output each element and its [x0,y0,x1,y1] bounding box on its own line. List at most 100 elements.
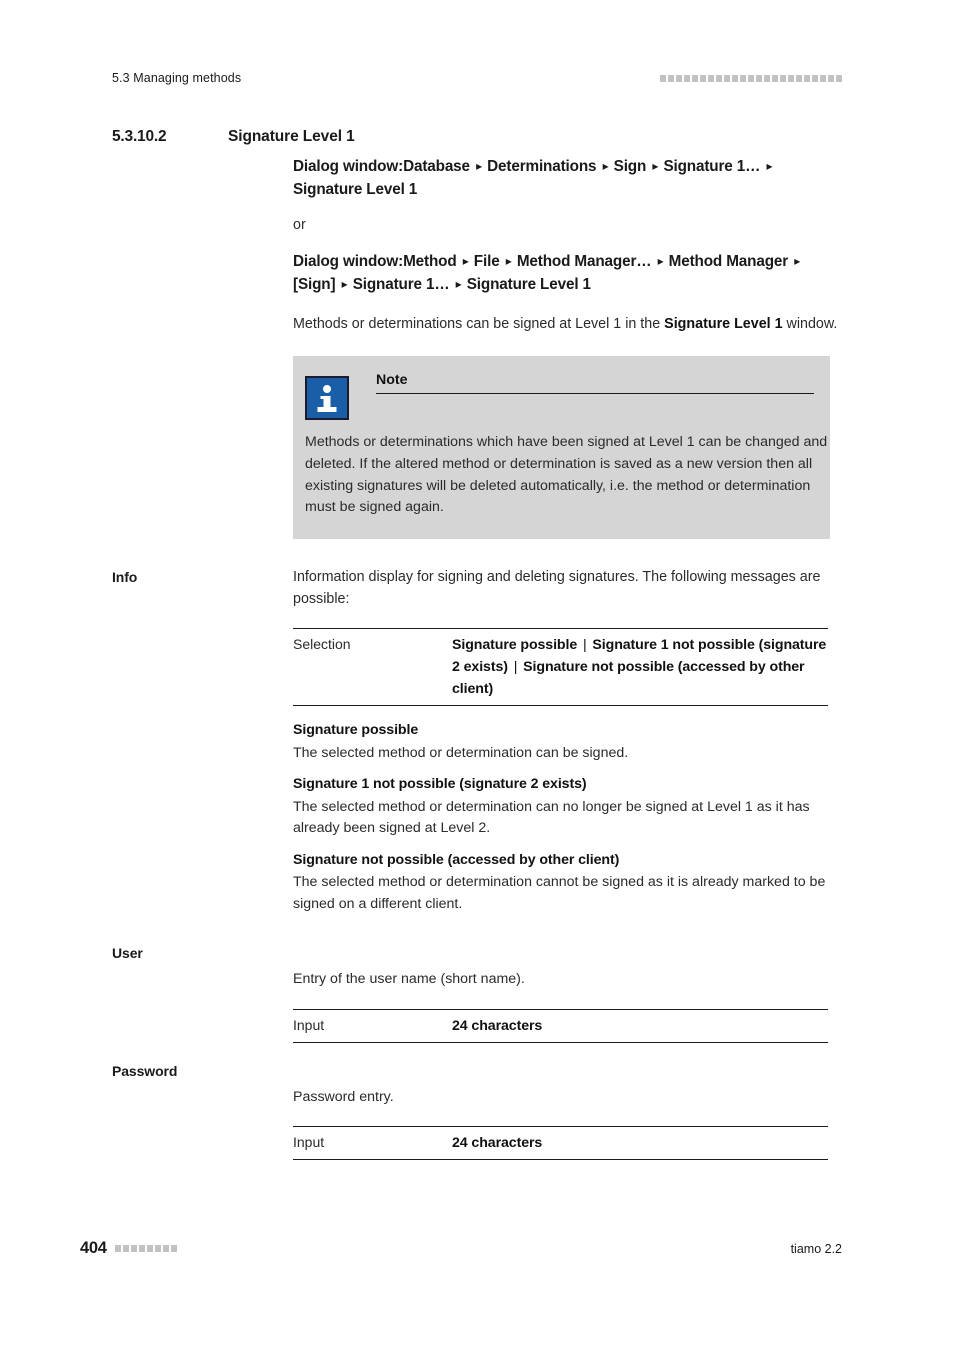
decorative-square [154,1245,161,1252]
decorative-square [820,74,826,82]
page-number: 404 [80,1239,107,1257]
decorative-square [780,74,786,82]
user-section-row: User Entry of the user name (short name)… [112,943,842,1043]
spec-key-input: Input [293,1016,325,1033]
decorative-square [676,74,682,82]
intro-content: Dialog window:Database ▸ Determinations … [293,155,842,540]
intro-row: Dialog window:Database ▸ Determinations … [112,155,842,540]
breadcrumb-separator-icon: ▸ [649,159,662,173]
definition-term: Signature 1 not possible (signature 2 ex… [293,776,587,793]
user-description: Entry of the user name (short name). [293,971,525,988]
footer-decorative-rule [114,1245,177,1252]
info-icon-base [317,407,337,413]
breadcrumb-segment: File [473,252,500,270]
password-section-row: Password Password entry. Input 24 charac… [112,1061,842,1161]
user-section-label: User [112,945,143,962]
decorative-square [162,1245,169,1252]
breadcrumb-or-label: or [293,216,306,233]
info-spec-table: Selection Signature possible | Signature… [293,628,828,707]
list-item: Signature 1 not possible (signature 2 ex… [293,774,833,839]
list-item: Signature possible The selected method or… [293,720,833,764]
running-header-title: 5.3 Managing methods [112,71,242,85]
decorative-square [684,74,690,82]
user-spec-table: Input 24 characters [293,1008,828,1043]
password-section-content: Password entry. Input 24 characters [293,1061,842,1161]
decorative-square [700,74,706,82]
definition-term: Signature not possible (accessed by othe… [293,851,620,868]
table-row: Selection Signature possible | Signature… [293,629,828,705]
info-section-row: Info Information display for signing and… [112,567,842,925]
decorative-square [692,74,698,82]
document-page: 5.3 Managing methods 5.3.10.2 Signature … [0,0,954,1350]
spec-value-separator: | [509,659,522,676]
footer-product-version: tiamo 2.2 [790,1241,842,1256]
decorative-square [660,74,666,82]
intro-emphasis: Signature Level 1 [664,316,783,333]
breadcrumb-segment: Signature Level 1 [293,181,418,199]
running-header: 5.3 Managing methods [112,68,842,88]
footer-left: 404 [80,1239,177,1258]
decorative-square [130,1245,137,1252]
breadcrumb-segment: Determinations [487,158,597,175]
spec-value-option: Signature possible [452,637,578,654]
decorative-square [122,1245,129,1252]
definition-description: The selected method or determination can… [293,744,629,761]
table-row: Input 24 characters [293,1010,828,1042]
decorative-square [756,74,762,82]
intro-paragraph: Methods or determinations can be signed … [293,314,842,336]
decorative-square [724,74,730,82]
spec-value-separator: | [579,637,591,654]
decorative-square [668,74,674,82]
intro-text-before: Methods or determinations can be signed … [293,316,665,333]
note-text: Methods or determinations which have bee… [305,434,828,516]
user-section-content: Entry of the user name (short name). Inp… [293,943,842,1043]
decorative-square [812,74,818,82]
breadcrumb-separator-icon: ▸ [791,253,801,268]
decorative-square [764,74,770,82]
list-item: Signature not possible (accessed by othe… [293,850,833,915]
decorative-square [138,1245,145,1252]
breadcrumb-separator-icon: ▸ [599,159,612,173]
info-description: Information display for signing and dele… [293,569,821,607]
note-title: Note [376,372,814,395]
breadcrumb-separator-icon: ▸ [763,159,773,173]
password-spec-table: Input 24 characters [293,1126,828,1161]
intro-text-after: window. [782,316,838,333]
breadcrumb-path-2: Dialog window:Method ▸ File ▸ Method Man… [293,250,842,297]
decorative-square [732,74,738,82]
definition-description: The selected method or determination can… [293,798,810,837]
note-body: Note Methods or determinations which hav… [305,372,827,519]
page-footer: 404 tiamo 2.2 [80,1239,842,1258]
note-callout: Note Methods or determinations which hav… [293,356,830,540]
decorative-square [708,74,714,82]
decorative-square [772,74,778,82]
password-description: Password entry. [293,1088,394,1105]
decorative-square [716,74,722,82]
info-section-label: Info [112,569,138,586]
header-decorative-rule [660,74,842,82]
section-title: Signature Level 1 [228,128,355,145]
decorative-square [740,74,746,82]
breadcrumb-segment: [Sign] [293,276,336,294]
breadcrumb-separator-icon: ▸ [452,277,465,292]
spec-value-input: 24 characters [452,1017,543,1034]
info-section-content: Information display for signing and dele… [293,567,842,925]
breadcrumb-segment: Dialog window:Database [293,158,470,175]
breadcrumb-segment: Dialog window:Method [293,252,457,270]
breadcrumb-separator-icon: ▸ [472,159,486,173]
breadcrumb-segment: Sign [613,158,647,175]
decorative-square [114,1245,121,1252]
spec-key-input: Input [293,1134,325,1151]
info-icon [305,376,349,421]
document-body: Dialog window:Database ▸ Determinations … [112,155,842,1161]
breadcrumb-separator-icon: ▸ [338,277,351,292]
decorative-square [836,74,842,82]
breadcrumb-path-1: Dialog window:Database ▸ Determinations … [293,155,842,202]
decorative-square [146,1245,153,1252]
password-section-label: Password [112,1062,178,1079]
spec-value-input: 24 characters [452,1135,543,1152]
breadcrumb-segment: Signature 1… [352,276,450,294]
decorative-square [748,74,754,82]
decorative-square [828,74,834,82]
info-definition-list: Signature possible The selected method or… [293,720,833,915]
